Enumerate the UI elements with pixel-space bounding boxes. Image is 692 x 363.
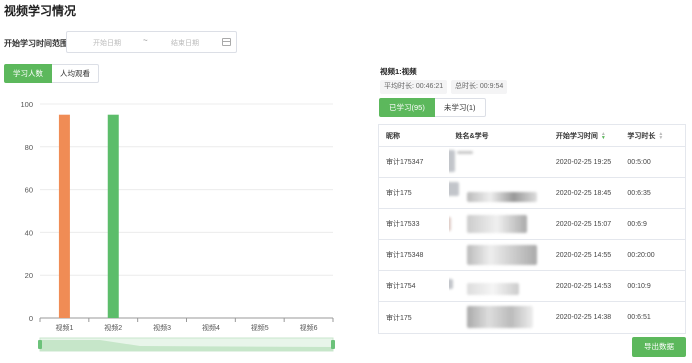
tab-learners-count[interactable]: 学习人数: [4, 64, 52, 83]
learners-table: 昵称 姓名&学号 开始学习时间 ▲ ▼ 学习时长 ▲ ▼ 审计175347 2020-0…: [378, 124, 686, 334]
redacted-avatar: [448, 150, 455, 172]
nickname-cell: 审计175: [386, 190, 412, 197]
y-tick-label: 0: [29, 314, 33, 323]
redacted-text: [466, 215, 527, 233]
name-id-cell: [448, 178, 549, 208]
redacted-avatar: [448, 217, 451, 231]
export-data-button[interactable]: 导出数据: [632, 337, 686, 357]
x-tick-label: 视频3: [153, 323, 171, 332]
calendar-icon[interactable]: [222, 38, 231, 46]
start-time-cell: 2020-02-25 14:38: [555, 314, 612, 321]
start-time-cell: 2020-02-25 14:55: [555, 251, 612, 259]
y-tick-label: 100: [20, 100, 33, 109]
table-header: 昵称 姓名&学号 开始学习时间 ▲ ▼ 学习时长 ▲ ▼: [379, 125, 685, 147]
redacted-avatar: [448, 182, 459, 196]
duration-cell: 00:20:00: [627, 251, 655, 259]
bar: [58, 114, 70, 318]
table-row[interactable]: 审计175347 2020-02-25 19:25 00:5:00: [379, 147, 685, 178]
redacted-avatar: [448, 279, 453, 289]
redacted-text: [466, 245, 537, 265]
start-time-cell: 2020-02-25 19:25: [555, 158, 612, 166]
column-header-name-id: 姓名&学号: [455, 132, 489, 140]
duration-cell: 00:5:00: [627, 158, 651, 166]
table-row[interactable]: 审计175 2020-02-25 18:45 00:6:35: [379, 178, 685, 209]
table-row[interactable]: 审计175 2020-02-25 14:38 00:6:51: [379, 302, 685, 333]
redacted-text: [466, 192, 537, 202]
redacted-text: [456, 151, 473, 154]
end-date-input[interactable]: 结束日期: [171, 38, 199, 48]
table-row[interactable]: 审计17533 2020-02-25 15:07 00:6:9: [379, 209, 685, 240]
nickname-cell: 审计175: [386, 314, 412, 322]
start-time-cell: 2020-02-25 14:53: [555, 282, 612, 290]
name-id-cell: [448, 209, 549, 239]
redacted-text: [466, 283, 519, 295]
name-id-cell: [448, 147, 549, 177]
nickname-cell: 审计175348: [386, 252, 424, 259]
x-tick-label: 视频6: [300, 323, 318, 332]
y-tick-label: 80: [25, 143, 33, 152]
duration-cell: 00:6:51: [627, 314, 651, 321]
nickname-cell: 审计1754: [386, 283, 416, 290]
nickname-cell: 审计175347: [386, 159, 424, 166]
date-separator: ~: [143, 36, 148, 45]
tab-avg-views[interactable]: 人均观看: [52, 64, 99, 83]
column-header-nickname: 昵称: [386, 132, 400, 140]
duration-cell: 00:6:9: [627, 220, 647, 228]
page-title: 视频学习情况: [4, 4, 77, 18]
start-time-cell: 2020-02-25 18:45: [555, 189, 612, 197]
sort-icon[interactable]: ▲ ▼: [601, 131, 606, 140]
tab-not-learned[interactable]: 未学习(1): [434, 98, 486, 117]
x-tick-label: 视频1: [55, 323, 73, 332]
y-tick-label: 60: [25, 186, 33, 195]
start-time-cell: 2020-02-25 15:07: [555, 220, 612, 228]
redacted-text: [466, 306, 533, 328]
start-date-input[interactable]: 开始日期: [93, 38, 121, 48]
y-tick-label: 40: [25, 228, 33, 237]
zoom-handle-left: [38, 340, 42, 349]
zoom-handle-right: [331, 340, 335, 349]
total-duration-tag: 总时长: 00:9:54: [451, 80, 508, 94]
x-tick-label: 视频5: [251, 323, 269, 332]
name-id-cell: [449, 302, 549, 333]
table-row[interactable]: 审计175348 2020-02-25 14:55 00:20:00: [379, 240, 685, 271]
bar: [107, 114, 119, 318]
column-header-duration[interactable]: 学习时长 ▲ ▼: [620, 125, 685, 146]
chart-metric-tabs: 学习人数 人均观看: [4, 64, 99, 83]
nickname-cell: 审计17533: [386, 221, 420, 228]
column-header-start-time[interactable]: 开始学习时间 ▲ ▼: [549, 125, 621, 146]
duration-cell: 00:10:9: [627, 282, 651, 290]
x-tick-label: 视频4: [202, 323, 220, 332]
y-tick-label: 20: [25, 271, 33, 280]
date-range-picker[interactable]: 开始日期 ~ 结束日期: [66, 31, 237, 53]
sort-icon[interactable]: ▲ ▼: [658, 131, 663, 140]
tab-learned[interactable]: 已学习(95): [379, 98, 435, 117]
x-tick-label: 视频2: [104, 323, 122, 332]
learning-status-tabs: 已学习(95) 未学习(1): [379, 98, 486, 117]
table-row[interactable]: 审计1754 2020-02-25 14:53 00:10:9: [379, 271, 685, 302]
video-detail-title: 视频1:视频: [380, 67, 417, 76]
date-range-label: 开始学习时间范围: [4, 39, 68, 48]
duration-cell: 00:6:35: [627, 189, 651, 197]
bar-chart: 0 20 40 60 80 100 视频1 视频2 视频3 视频4 视频5 视频6: [20, 100, 335, 352]
name-id-cell: [448, 271, 549, 301]
name-id-cell: [449, 240, 549, 270]
avg-duration-tag: 平均时长: 00:46:21: [380, 80, 448, 94]
